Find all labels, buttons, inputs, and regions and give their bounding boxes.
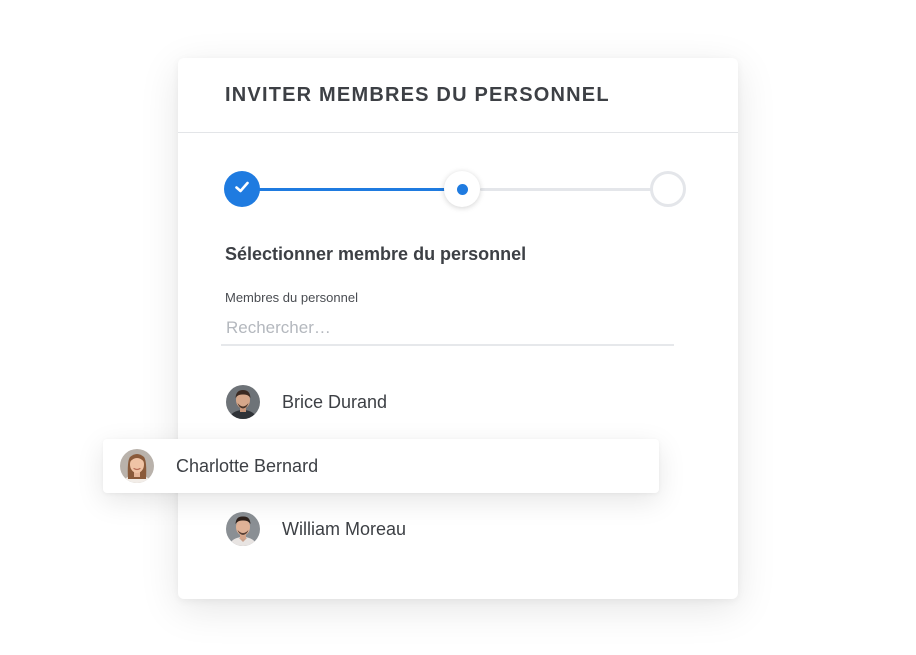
member-row-brice-durand[interactable]: Brice Durand <box>226 385 387 419</box>
progress-stepper <box>224 171 688 207</box>
avatar <box>226 385 260 419</box>
invite-staff-dialog: INVITER MEMBRES DU PERSONNEL Sélectionne… <box>178 58 738 599</box>
member-name: Charlotte Bernard <box>176 455 319 476</box>
avatar <box>226 512 260 546</box>
section-heading: Sélectionner membre du personnel <box>225 244 527 264</box>
stepper-line-upcoming <box>480 188 670 191</box>
member-name: William Moreau <box>282 518 407 539</box>
member-row-charlotte-bernard-highlighted[interactable]: Charlotte Bernard <box>103 439 659 493</box>
check-icon <box>233 178 251 201</box>
step-2-current[interactable] <box>444 171 480 207</box>
search-input[interactable] <box>221 312 674 346</box>
member-name: Brice Durand <box>282 391 388 412</box>
search-label: Membres du personnel <box>225 290 358 305</box>
stage: INVITER MEMBRES DU PERSONNEL Sélectionne… <box>0 0 916 655</box>
dialog-header: INVITER MEMBRES DU PERSONNEL <box>178 58 738 133</box>
member-row-william-moreau[interactable]: William Moreau <box>226 512 406 546</box>
stepper-line-complete <box>242 188 460 191</box>
step-1-complete[interactable] <box>224 171 260 207</box>
step-3-upcoming[interactable] <box>650 171 686 207</box>
dot-icon <box>456 183 468 195</box>
avatar <box>120 449 154 483</box>
dialog-title: INVITER MEMBRES DU PERSONNEL <box>225 83 610 106</box>
